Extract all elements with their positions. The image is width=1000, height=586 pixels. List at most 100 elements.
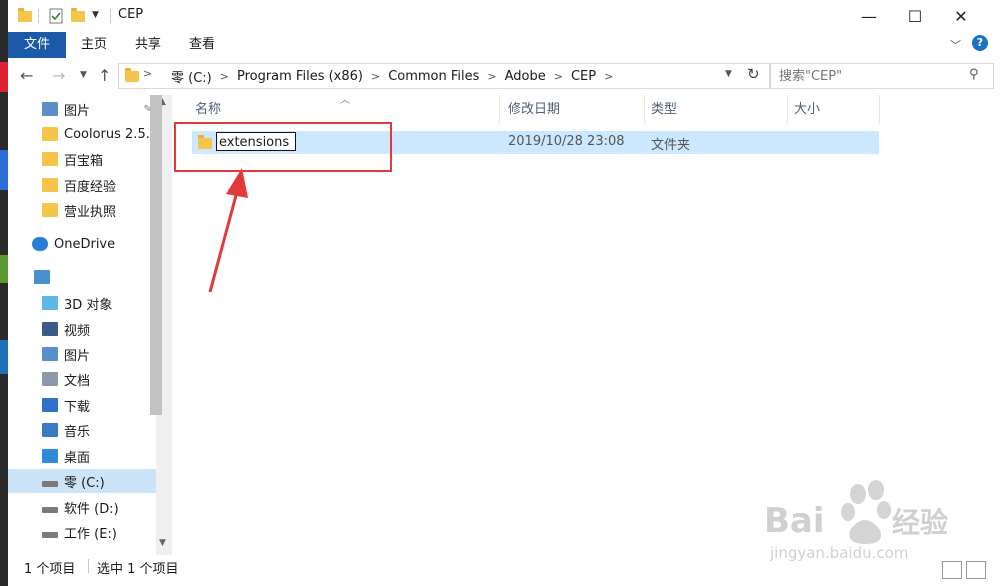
svg-text:Bai: Bai xyxy=(764,501,825,541)
desktop-app-icon xyxy=(0,62,8,92)
breadcrumb-drive[interactable]: 零 (C:) xyxy=(171,67,212,86)
svg-text:经验: 经验 xyxy=(892,506,948,539)
sidebar-item[interactable]: 百度经验 xyxy=(8,173,156,197)
refresh-icon[interactable]: ↻ xyxy=(747,65,760,83)
pictures-icon xyxy=(42,347,58,361)
maximize-button[interactable]: ☐ xyxy=(892,0,938,32)
navigation-bar: ← → ▼ ↑ > 零 (C:) > Program Files (x86) >… xyxy=(8,58,1000,94)
sidebar-item[interactable]: 下载 xyxy=(8,393,156,417)
sort-ascending-icon: ︿ xyxy=(340,95,350,106)
sidebar-scrollbar-thumb[interactable] xyxy=(150,95,162,415)
folder-icon xyxy=(42,178,58,192)
3d-objects-icon xyxy=(42,296,58,310)
drive-icon xyxy=(42,532,58,538)
sidebar-item[interactable]: 工作 (E:) xyxy=(8,520,156,544)
documents-icon xyxy=(42,372,58,386)
chevron-right-icon[interactable]: > xyxy=(604,70,613,83)
sidebar-item-label: 营业执照 xyxy=(64,204,117,220)
up-icon[interactable]: ↑ xyxy=(98,66,111,85)
sidebar-item-label: 软件 (D:) xyxy=(64,501,119,517)
pictures-icon xyxy=(42,102,58,116)
chevron-right-icon[interactable]: > xyxy=(487,70,496,83)
new-folder-icon[interactable] xyxy=(71,8,85,22)
sidebar-item-label: 桌面 xyxy=(64,450,91,466)
breadcrumb-adobe[interactable]: Adobe xyxy=(505,69,546,84)
search-box[interactable]: ⚲ xyxy=(770,63,994,89)
address-bar[interactable]: > 零 (C:) > Program Files (x86) > Common … xyxy=(118,63,770,89)
sidebar-item-label: 百宝箱 xyxy=(64,153,104,169)
onedrive-icon xyxy=(32,237,48,251)
column-header-name[interactable]: 名称 xyxy=(195,95,221,125)
properties-icon[interactable] xyxy=(48,8,64,24)
breadcrumb-common-files[interactable]: Common Files xyxy=(388,69,479,84)
drive-icon xyxy=(42,481,58,487)
baidu-watermark-logo: Bai 经验 jingyan.baidu.com xyxy=(764,480,948,562)
sidebar-item[interactable]: 音乐 xyxy=(8,418,156,442)
folder-icon xyxy=(125,68,139,82)
column-header-type[interactable]: 类型 xyxy=(651,95,677,125)
sidebar-item-label: 零 (C:) xyxy=(64,475,105,491)
column-header-modified[interactable]: 修改日期 xyxy=(508,95,560,125)
sidebar-item-label: 图片 xyxy=(64,103,91,119)
sidebar-item[interactable]: 文档 xyxy=(8,367,156,391)
chevron-right-icon[interactable]: > xyxy=(143,67,152,80)
sidebar-item-label: 音乐 xyxy=(64,424,91,440)
sidebar-item-label: OneDrive xyxy=(54,236,116,252)
expand-ribbon-icon[interactable]: ﹀ xyxy=(950,37,961,53)
sidebar-item[interactable]: 图片 xyxy=(8,342,156,366)
chevron-right-icon[interactable]: > xyxy=(371,70,380,83)
search-input[interactable] xyxy=(777,68,961,85)
folder-icon xyxy=(42,203,58,217)
search-icon[interactable]: ⚲ xyxy=(969,67,979,82)
desktop-edge xyxy=(0,0,8,586)
drive-icon xyxy=(42,507,58,513)
sidebar-item-label: 文档 xyxy=(64,373,91,389)
chevron-right-icon[interactable]: > xyxy=(554,70,563,83)
sidebar-item[interactable]: 零 (C:) xyxy=(8,469,156,493)
sidebar-item-label: 工作 (E:) xyxy=(64,526,117,542)
tab-share[interactable]: 共享 xyxy=(130,32,166,58)
chevron-right-icon[interactable]: > xyxy=(220,70,229,83)
videos-icon xyxy=(42,322,58,336)
address-history-icon[interactable]: ▼ xyxy=(725,69,732,79)
column-header-size[interactable]: 大小 xyxy=(794,95,820,125)
sidebar-item-label: 百度经验 xyxy=(64,179,117,195)
title-bar: ▼ CEP — ☐ ✕ xyxy=(8,0,1000,32)
breadcrumb-cep[interactable]: CEP xyxy=(571,69,596,84)
desktop-icon xyxy=(42,449,58,463)
sidebar-item[interactable] xyxy=(8,265,156,289)
back-icon[interactable]: ← xyxy=(20,66,33,85)
sidebar-item[interactable]: 视频 xyxy=(8,317,156,341)
sidebar-item[interactable]: 营业执照 xyxy=(8,198,156,222)
sidebar-item-label: 视频 xyxy=(64,323,91,339)
sidebar-item[interactable]: 百宝箱 xyxy=(8,147,156,171)
recent-locations-icon[interactable]: ▼ xyxy=(80,70,87,80)
customize-toolbar-icon[interactable]: ▼ xyxy=(92,10,108,26)
desktop-app-icon xyxy=(0,340,8,374)
tab-file[interactable]: 文件 xyxy=(8,32,66,58)
annotation-arrow-icon xyxy=(208,168,248,293)
sidebar-item-label: 3D 对象 xyxy=(64,297,113,313)
sidebar-item[interactable]: OneDrive xyxy=(8,232,156,256)
file-type: 文件夹 xyxy=(651,138,691,153)
minimize-button[interactable]: — xyxy=(846,0,892,32)
navigation-pane: 图片✎ Coolorus 2.5.14 百宝箱百度经验营业执照 OneDrive 3D … xyxy=(8,95,172,555)
sidebar-item[interactable]: 软件 (D:) xyxy=(8,495,156,519)
sidebar-item-label: 下载 xyxy=(64,399,91,415)
tab-home[interactable]: 主页 xyxy=(76,32,112,58)
close-button[interactable]: ✕ xyxy=(938,0,984,32)
scroll-down-icon[interactable]: ▼ xyxy=(159,538,166,548)
help-icon[interactable]: ? xyxy=(972,35,988,51)
sidebar-item[interactable]: Coolorus 2.5.14 xyxy=(8,122,156,146)
music-icon xyxy=(42,423,58,437)
sidebar-item[interactable]: 3D 对象 xyxy=(8,291,156,315)
downloads-icon xyxy=(42,398,58,412)
tab-view[interactable]: 查看 xyxy=(184,32,220,58)
folder-icon xyxy=(42,127,58,141)
folder-icon xyxy=(42,152,58,166)
breadcrumb-program-files[interactable]: Program Files (x86) xyxy=(237,69,363,84)
forward-icon[interactable]: → xyxy=(52,66,65,85)
sidebar-item[interactable]: 桌面 xyxy=(8,444,156,468)
sidebar-item[interactable]: 图片 ✎ xyxy=(8,97,156,121)
sidebar-item-label: Coolorus 2.5.14 xyxy=(64,126,156,142)
